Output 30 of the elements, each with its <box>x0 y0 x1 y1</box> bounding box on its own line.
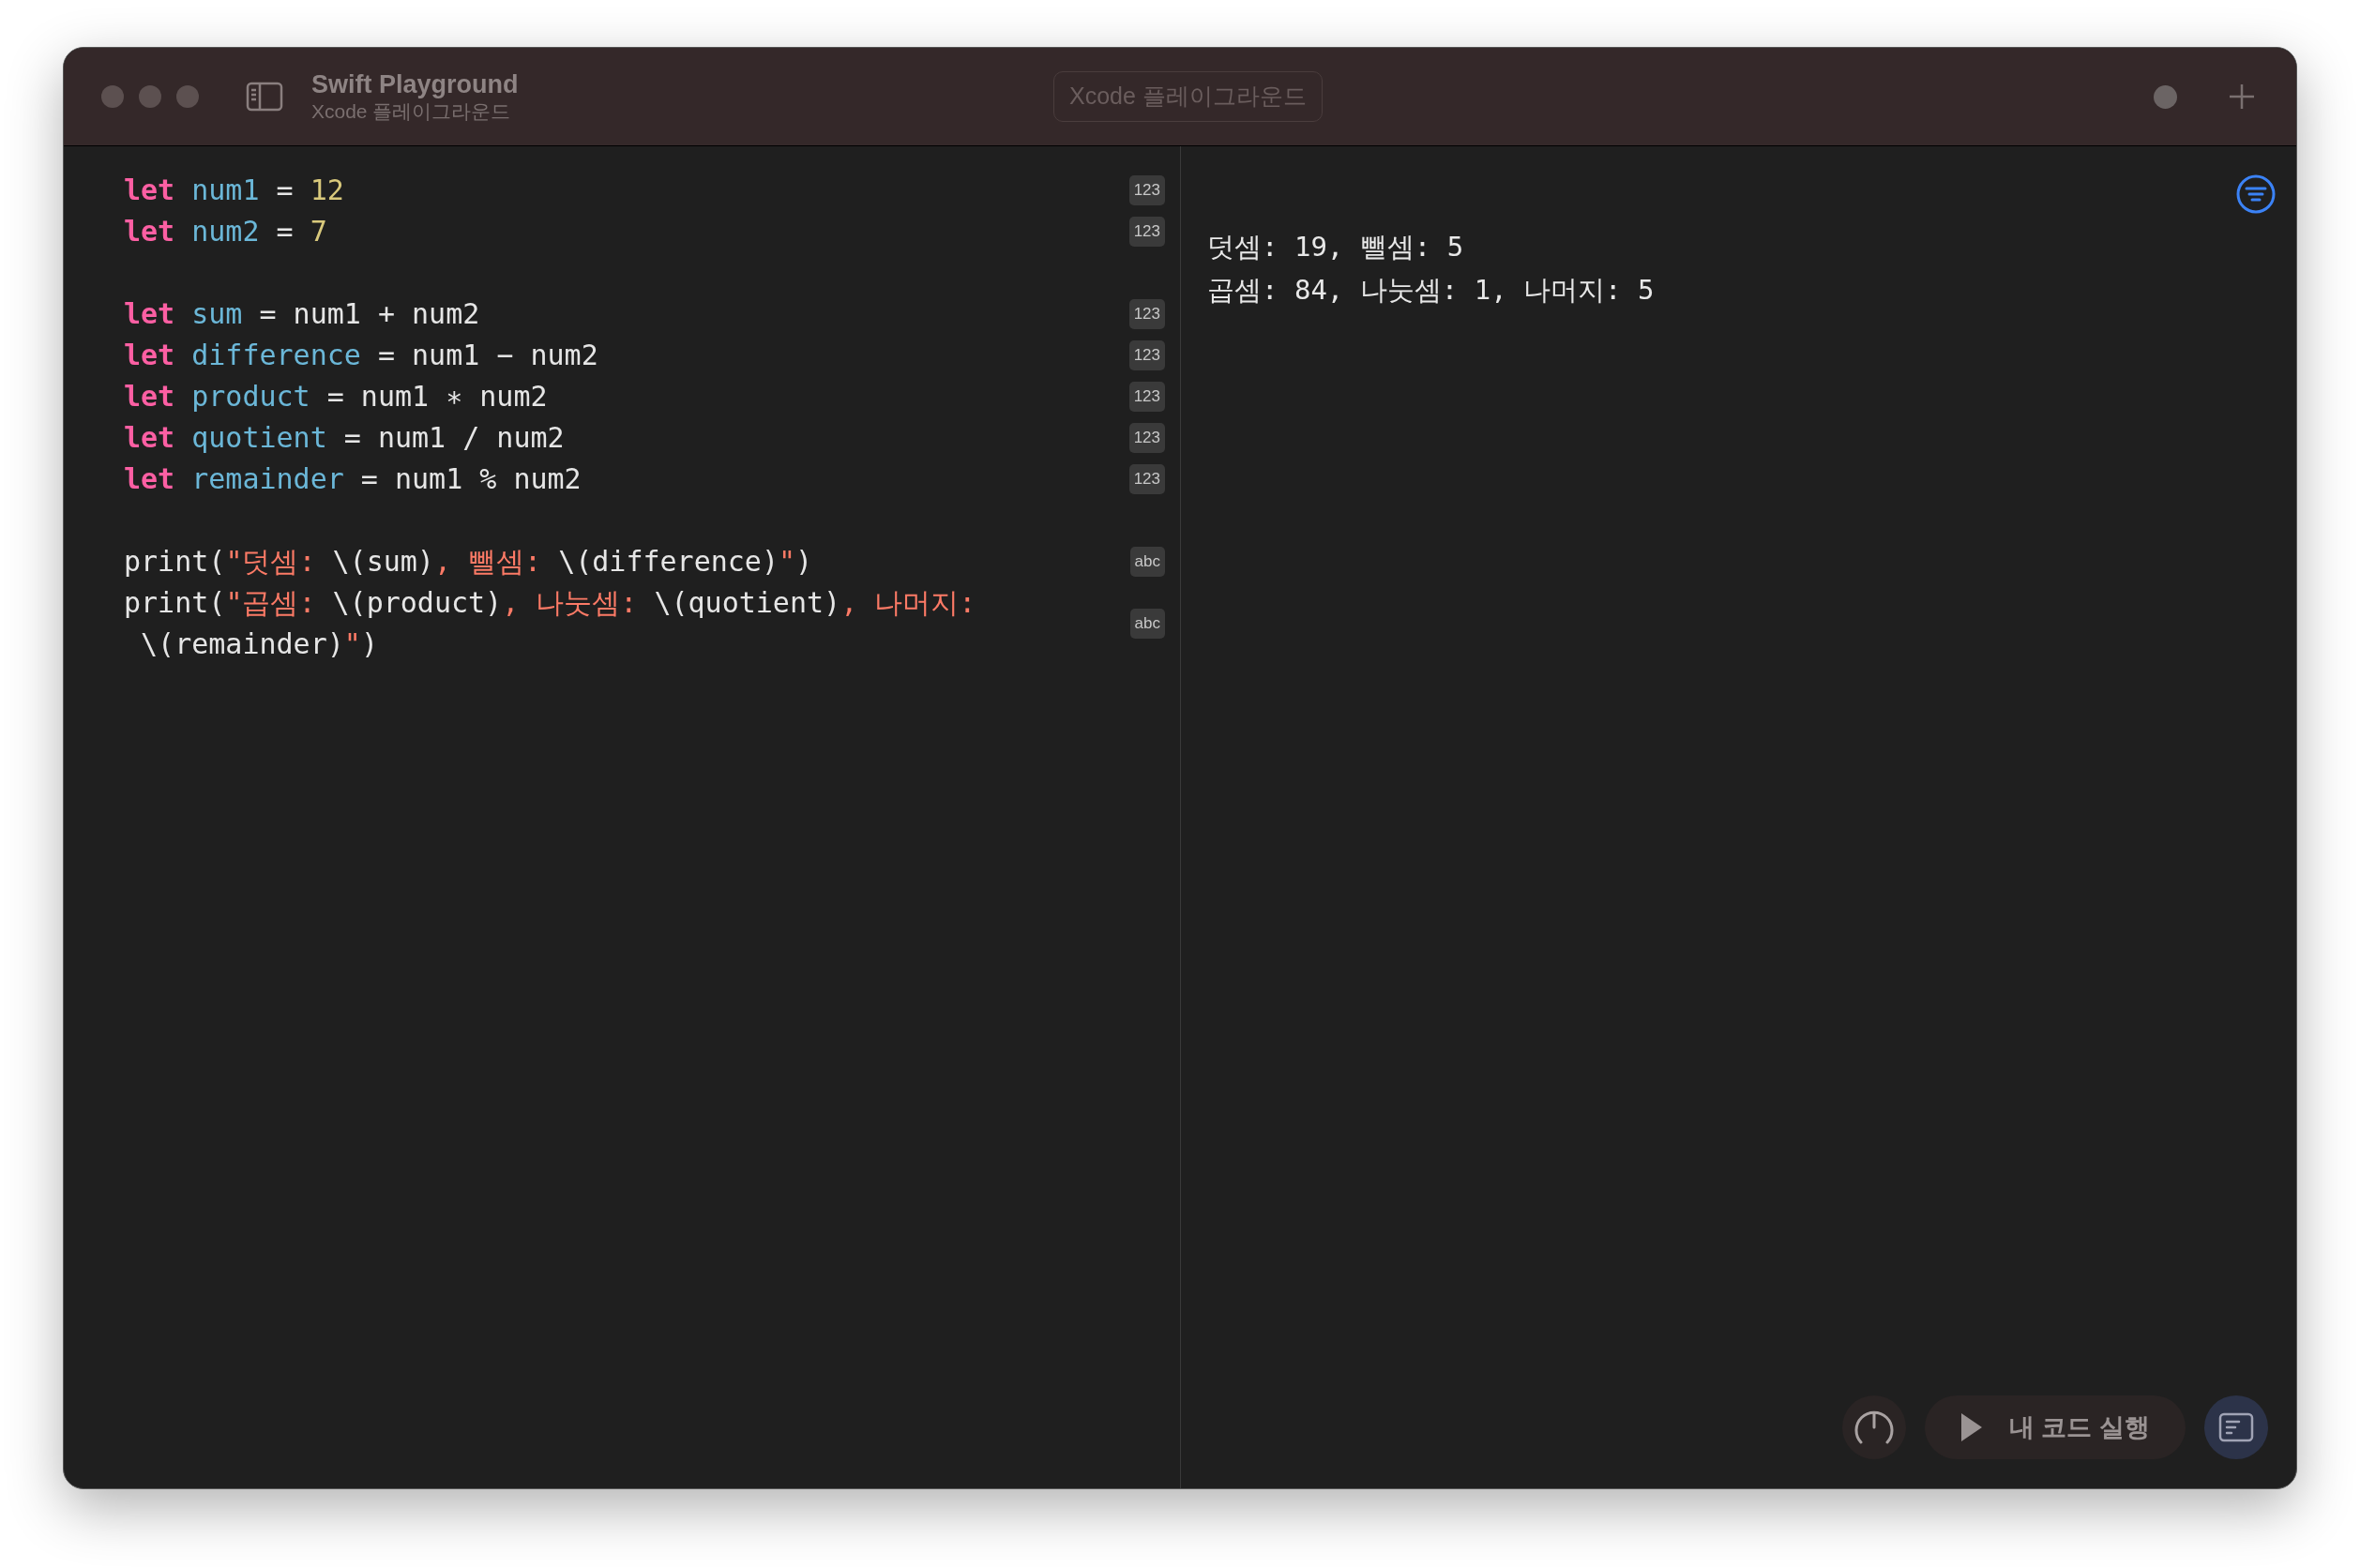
code-line: let remainder = num1 % num2 <box>124 461 582 497</box>
window-title: Swift Playground <box>311 69 519 99</box>
console-icon <box>2218 1412 2254 1442</box>
code-line: let sum = num1 + num2 <box>124 296 480 332</box>
result-badge[interactable]: 123 <box>1128 299 1165 329</box>
code-line: print("곱셈: \(product), 나눗셈: \(quotient), 나머지: <box>124 585 976 621</box>
gauge-icon <box>1853 1409 1896 1446</box>
result-badge[interactable]: 123 <box>1128 464 1165 494</box>
code-line: let num1 = 12 <box>124 173 344 208</box>
result-badge[interactable]: abc <box>1129 609 1165 639</box>
sidebar-toggle-icon[interactable] <box>246 82 283 112</box>
code-line: let num2 = 7 <box>124 214 327 249</box>
run-code-button[interactable]: 내 코드 실행 <box>1925 1395 2186 1459</box>
code-line: \(remainder)") <box>140 626 378 662</box>
result-badge[interactable]: 123 <box>1128 340 1165 370</box>
window-subtitle: Xcode 플레이그라운드 <box>311 99 512 124</box>
add-icon[interactable] <box>2229 83 2255 110</box>
code-line: let quotient = num1 / num2 <box>124 420 565 456</box>
code-line: let difference = num1 − num2 <box>124 338 598 373</box>
play-icon <box>1960 1412 1983 1442</box>
result-badge[interactable]: 123 <box>1128 217 1165 247</box>
result-badge[interactable]: abc <box>1129 547 1165 577</box>
result-badge[interactable]: 123 <box>1128 382 1165 412</box>
filter-icon[interactable] <box>2236 174 2276 214</box>
result-badge[interactable]: 123 <box>1128 423 1165 453</box>
output-line: 곱셈: 84, 나눗셈: 1, 나머지: 5 <box>1207 273 1655 308</box>
code-line: let product = num1 ∗ num2 <box>124 379 548 415</box>
result-badge[interactable]: 123 <box>1128 175 1165 205</box>
output-line: 덧셈: 19, 뺄셈: 5 <box>1207 230 1464 264</box>
code-line: print("덧셈: \(sum), 뺄셈: \(difference)") <box>124 544 813 580</box>
